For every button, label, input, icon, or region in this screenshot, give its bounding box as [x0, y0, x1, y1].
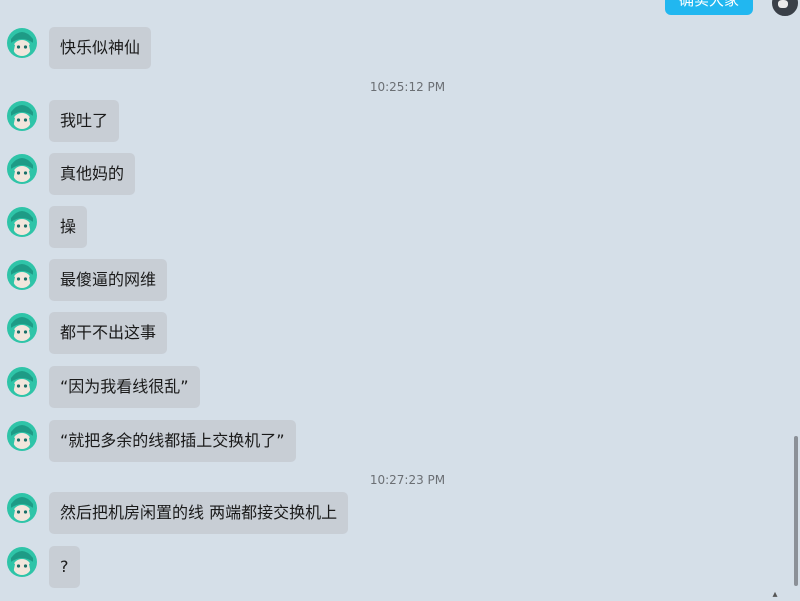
message-bubble: 我吐了	[49, 100, 120, 142]
anime-avatar-icon[interactable]	[6, 366, 38, 398]
message-bubble: “因为我看线很乱”	[49, 366, 200, 408]
scrollbar-thumb[interactable]	[794, 436, 798, 586]
anime-avatar-icon[interactable]	[6, 312, 38, 344]
message-bubble: 然后把机房闲置的线 两端都接交换机上	[49, 492, 349, 534]
anime-avatar-icon[interactable]	[6, 546, 38, 578]
arrow-icon[interactable]: ▴	[766, 588, 784, 601]
message-bubble: 操	[49, 206, 88, 248]
message-bubble: ?	[49, 546, 80, 588]
sent-message-bubble: 确实大家	[665, 0, 753, 15]
message-bubble: 都干不出这事	[49, 312, 168, 354]
anime-avatar-icon[interactable]	[6, 206, 38, 238]
message-bubble: “就把多余的线都插上交换机了”	[49, 420, 296, 462]
anime-avatar-icon[interactable]	[6, 27, 38, 59]
timestamp: 10:25:12 PM	[369, 80, 446, 94]
scrollbar[interactable]	[794, 0, 800, 601]
message-bubble: 真他妈的	[49, 153, 136, 195]
timestamp: 10:27:23 PM	[369, 473, 446, 487]
message-bubble: 快乐似神仙	[49, 27, 152, 69]
message-bubble: 最傻逼的网维	[49, 259, 168, 301]
anime-avatar-icon[interactable]	[6, 492, 38, 524]
anime-avatar-icon[interactable]	[6, 259, 38, 291]
chat-area: 确实大家 快乐似神仙 10:25:12 PM 我吐了 真他妈的 操 最傻逼的网维…	[0, 0, 800, 601]
anime-avatar-icon[interactable]	[6, 100, 38, 132]
anime-avatar-icon[interactable]	[6, 153, 38, 185]
anime-avatar-icon[interactable]	[6, 420, 38, 452]
